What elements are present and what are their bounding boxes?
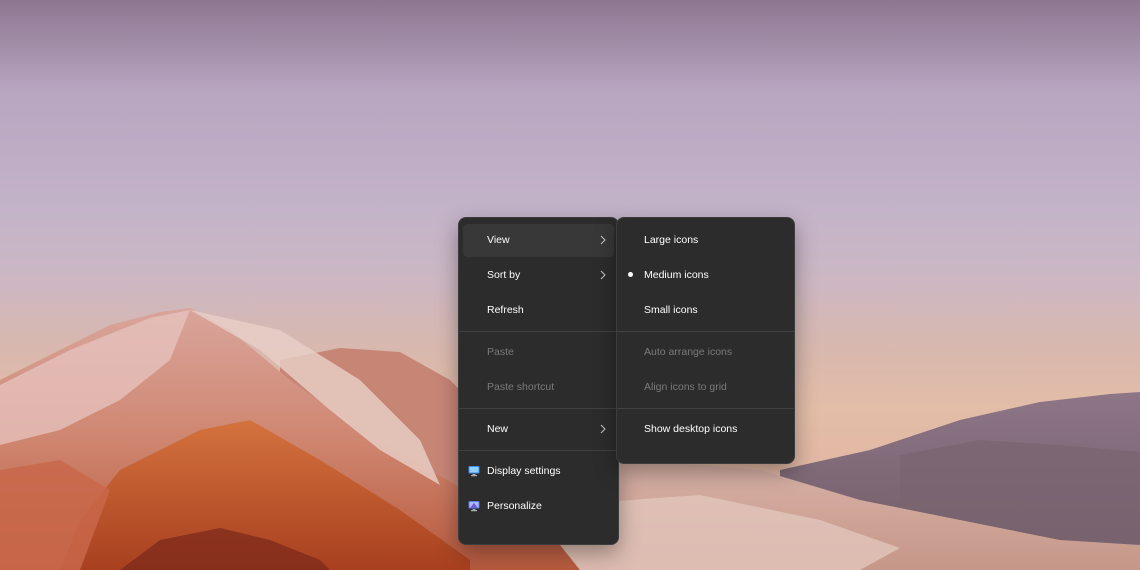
menu-item-personalize[interactable]: Personalize (463, 490, 614, 523)
submenu-item-large-icons[interactable]: Large icons (621, 224, 790, 257)
submenu-item-small-icons[interactable]: Small icons (621, 294, 790, 327)
submenu-item-align-to-grid[interactable]: Align icons to grid (621, 371, 790, 404)
menu-item-label: View (487, 234, 510, 246)
display-settings-icon (468, 466, 480, 477)
menu-item-new[interactable]: New (463, 413, 614, 446)
menu-item-label: Display settings (487, 465, 561, 477)
menu-separator (459, 408, 618, 409)
menu-item-label: Auto arrange icons (644, 346, 733, 358)
submenu-item-show-desktop-icons[interactable]: Show desktop icons (621, 413, 790, 446)
menu-item-paste-shortcut[interactable]: Paste shortcut (463, 371, 614, 404)
menu-item-label: Show desktop icons (644, 423, 738, 435)
personalize-icon (468, 501, 480, 512)
menu-item-sort-by[interactable]: Sort by (463, 259, 614, 292)
menu-separator (459, 331, 618, 332)
menu-item-label: Refresh (487, 304, 524, 316)
menu-item-label: Personalize (487, 500, 542, 512)
menu-item-label: Medium icons (644, 269, 709, 281)
menu-item-label: Sort by (487, 269, 521, 281)
menu-item-label: Small icons (644, 304, 698, 316)
menu-separator (617, 408, 794, 409)
chevron-right-icon (600, 235, 606, 245)
menu-separator (459, 450, 618, 451)
selected-bullet-icon (628, 272, 633, 277)
submenu-item-auto-arrange[interactable]: Auto arrange icons (621, 336, 790, 369)
menu-item-label: Large icons (644, 234, 699, 246)
chevron-right-icon (600, 424, 606, 434)
menu-separator (617, 331, 794, 332)
menu-item-view[interactable]: View (463, 224, 614, 257)
menu-item-label: Paste (487, 346, 514, 358)
menu-item-label: Paste shortcut (487, 381, 555, 393)
menu-item-display-settings[interactable]: Display settings (463, 455, 614, 488)
menu-item-refresh[interactable]: Refresh (463, 294, 614, 327)
menu-item-paste[interactable]: Paste (463, 336, 614, 369)
menu-item-label: New (487, 423, 509, 435)
desktop-context-menu: View Sort by Refresh Paste Paste shortcu… (458, 217, 619, 545)
submenu-item-medium-icons[interactable]: Medium icons (621, 259, 790, 292)
menu-item-label: Align icons to grid (644, 381, 727, 393)
chevron-right-icon (600, 270, 606, 280)
view-submenu: Large icons Medium icons Small icons Aut… (616, 217, 795, 464)
